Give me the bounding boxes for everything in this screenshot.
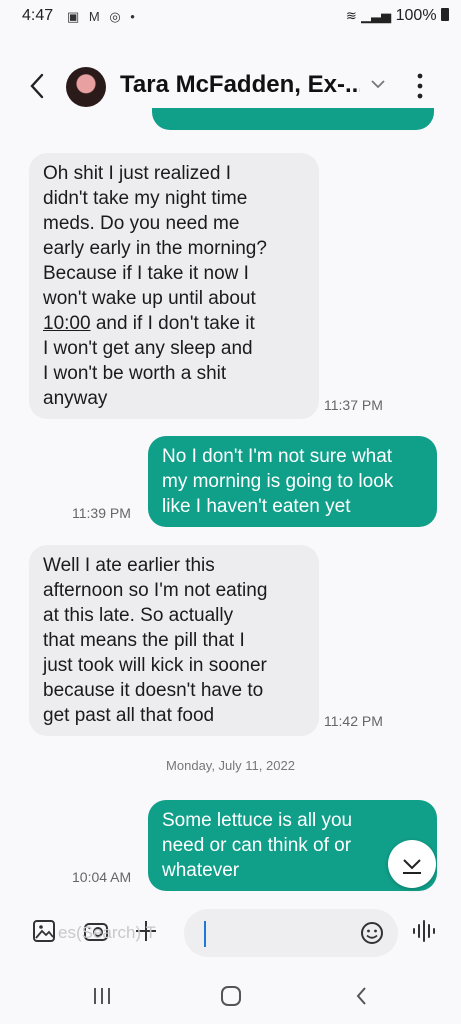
status-time: 4:47	[22, 7, 54, 24]
gallery-icon[interactable]	[30, 917, 58, 945]
status-bar: 4:47 ▣ M ◎ • ≋ ▁▃▅ 100%	[0, 0, 461, 34]
message-text-line: I won't be worth a shit	[43, 363, 227, 384]
message-timestamp: 10:04 AM	[72, 869, 132, 885]
message-text-line: afternoon so I'm not eating	[43, 580, 268, 601]
more-options-icon[interactable]	[412, 71, 428, 101]
signal-icon: ▁▃▅	[361, 8, 392, 23]
message-text-line: that means the pill that I	[43, 630, 245, 651]
recent-apps-icon[interactable]	[90, 984, 114, 1008]
message-text-line: didn't take my night time	[43, 188, 248, 209]
time-link[interactable]: 10:00	[43, 313, 91, 334]
message-timestamp: 11:42 PM	[324, 713, 383, 729]
message-text-line: Some lettuce is all you	[162, 810, 353, 831]
message-text-line: get past all that food	[43, 705, 215, 726]
back-nav-icon[interactable]	[350, 984, 374, 1008]
message-text-line: like I haven't eaten yet	[162, 496, 351, 517]
battery-level: 100%	[395, 7, 437, 24]
chevron-down-icon[interactable]	[370, 77, 386, 91]
message-bubble[interactable]: Well I ate earlier this afternoon so I'm …	[29, 545, 319, 736]
system-navigation-bar	[0, 970, 461, 1024]
message-bubble[interactable]: Oh shit I just realized I didn't take my …	[29, 153, 319, 419]
message-text-line: at this late. So actually	[43, 605, 234, 626]
voice-input-icon[interactable]	[410, 917, 438, 945]
message-text-line: I won't get any sleep and	[43, 338, 253, 359]
status-right: ≋ ▁▃▅ 100%	[346, 7, 449, 25]
message-text-line: just took will kick in sooner	[43, 655, 267, 676]
scroll-to-bottom-button[interactable]	[388, 840, 436, 888]
message-text-line: 10:00 and if I don't take it	[43, 313, 255, 334]
wifi-icon: ≋	[345, 8, 357, 23]
message-timestamp: 11:37 PM	[324, 397, 383, 413]
message-text-line: Oh shit I just realized I	[43, 163, 231, 184]
message-input[interactable]	[184, 909, 398, 957]
message-text-line: meds. Do you need me	[43, 213, 240, 234]
message-text-line: early early in the morning?	[43, 238, 267, 259]
contact-avatar[interactable]	[66, 67, 106, 107]
date-separator: Monday, July 11, 2022	[166, 758, 295, 773]
contact-name[interactable]: Tara McFadden, Ex-...	[120, 71, 360, 99]
message-timestamp: 11:39 PM	[72, 505, 131, 521]
message-text-line: my morning is going to look	[162, 471, 394, 492]
home-icon[interactable]	[219, 984, 243, 1008]
text-cursor	[204, 921, 206, 947]
message-bubble[interactable]: No I don't I'm not sure what my morning i…	[148, 436, 437, 527]
message-text-line: whatever	[162, 860, 240, 881]
message-text-line: anyway	[43, 388, 108, 409]
partial-message-bubble[interactable]	[152, 108, 434, 130]
composer-hint-text: es(Search) T	[58, 923, 156, 942]
battery-icon	[441, 8, 449, 21]
message-text-line: because it doesn't have to	[43, 680, 264, 701]
notification-icons: ▣ M ◎ •	[67, 9, 138, 24]
emoji-icon[interactable]	[358, 919, 386, 947]
message-composer: es(Search) T	[0, 905, 461, 961]
message-text-line: won't wake up until about	[43, 288, 256, 309]
scroll-down-icon	[403, 859, 421, 874]
message-text-line: Because if I take it now I	[43, 263, 249, 284]
message-text-line: need or can think of or	[162, 835, 352, 856]
message-text-line: No I don't I'm not sure what	[162, 446, 393, 467]
back-arrow-icon[interactable]	[24, 69, 52, 103]
message-text-line: Well I ate earlier this	[43, 555, 215, 576]
